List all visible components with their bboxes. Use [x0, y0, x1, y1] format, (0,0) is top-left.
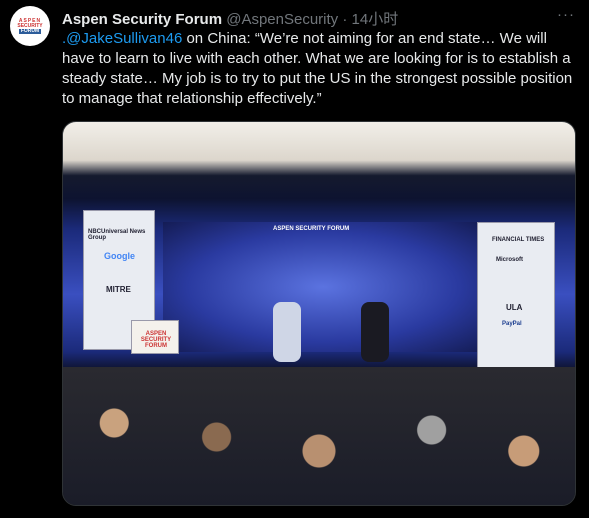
timestamp[interactable]: 14小时: [352, 11, 399, 28]
sponsor: FINANCIAL TIMES: [492, 237, 545, 243]
display-name[interactable]: Aspen Security Forum: [62, 11, 222, 28]
sponsor: ULA: [506, 303, 523, 312]
sponsor: PayPal: [502, 321, 522, 327]
podium-text: ASPEN SECURITY FORUM: [140, 331, 172, 349]
podium: ASPEN SECURITY FORUM: [131, 320, 179, 354]
sponsor: NBCUniversal News Group: [88, 229, 146, 241]
tweet-photo[interactable]: ASPEN SECURITY FORUM NBCUniversal News G…: [62, 121, 576, 506]
tweet-header: Aspen Security Forum @AspenSecurity · 14…: [62, 8, 398, 29]
sponsor: Microsoft: [496, 257, 523, 263]
backdrop-text: ASPEN SECURITY FORUM: [273, 226, 350, 232]
avatar-text: FORUM: [18, 27, 42, 34]
separator: ·: [342, 11, 348, 28]
stage-backdrop: ASPEN SECURITY FORUM: [163, 222, 483, 352]
speaker-left: [273, 302, 301, 362]
mention-link[interactable]: .@JakeSullivan46: [62, 30, 182, 47]
right-sponsor-banner: FINANCIAL TIMES Microsoft ULA PayPal: [477, 222, 555, 372]
sponsor: Google: [104, 251, 135, 261]
speaker-right: [361, 302, 389, 362]
sponsor: MITRE: [106, 285, 131, 294]
avatar[interactable]: ASPEN SECURITY FORUM: [10, 6, 50, 46]
audience: [63, 367, 575, 505]
tweet-text: .@JakeSullivan46 on China: “We’re not ai…: [62, 29, 582, 109]
handle[interactable]: @AspenSecurity: [226, 11, 338, 28]
more-icon[interactable]: ···: [557, 6, 575, 23]
